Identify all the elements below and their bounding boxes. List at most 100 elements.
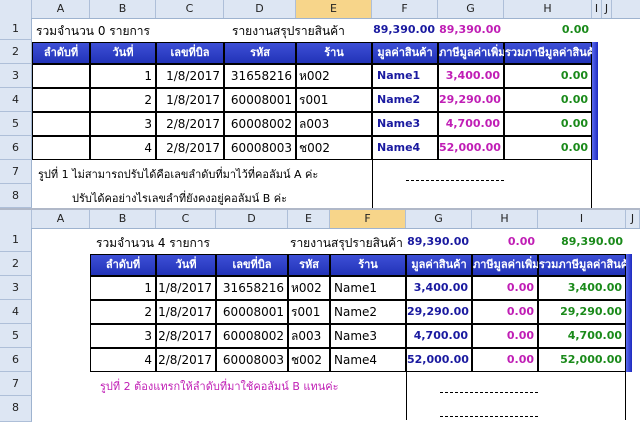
cell-date[interactable]: 1/8/2017 — [156, 300, 216, 324]
col-header-d[interactable]: D — [216, 210, 288, 228]
table-header[interactable]: รวมภาษีมูลค่าสินค้า — [538, 254, 634, 276]
row-header-2[interactable]: 2 — [0, 40, 32, 64]
table-header[interactable]: วันที่ — [156, 254, 216, 276]
table-header[interactable]: เลขที่บิล — [156, 42, 224, 64]
cell-code[interactable]: ห002 — [288, 276, 330, 300]
cell-bill[interactable]: 60008003 — [216, 348, 288, 372]
row-header-6[interactable]: 6 — [0, 348, 32, 372]
select-all-corner[interactable] — [0, 0, 32, 18]
cell-no[interactable]: 3 — [90, 324, 156, 348]
cell-shop[interactable]: Name2 — [372, 88, 438, 112]
cell-no[interactable]: 2 — [90, 300, 156, 324]
col-header-e[interactable]: E — [288, 210, 330, 228]
cell-bill[interactable]: 60008003 — [224, 136, 296, 160]
table-header[interactable]: เลขที่บิล — [216, 254, 288, 276]
cell-code[interactable]: ช002 — [296, 136, 372, 160]
col-header-i[interactable]: I — [592, 0, 602, 18]
cell-total[interactable]: 0.00 — [504, 64, 592, 88]
cell-total[interactable]: 0.00 — [504, 112, 592, 136]
table-header[interactable]: ลำดับที่ — [90, 254, 156, 276]
cell-total[interactable]: 4,700.00 — [538, 324, 626, 348]
col-header-j[interactable]: J — [626, 210, 640, 228]
cell-date[interactable]: 2/8/2017 — [156, 324, 216, 348]
cell-total[interactable]: 29,290.00 — [538, 300, 626, 324]
cell-shop[interactable]: Name4 — [372, 136, 438, 160]
cell-bill[interactable]: 60008001 — [224, 88, 296, 112]
col-header-i[interactable]: I — [538, 210, 626, 228]
col-header-a[interactable]: A — [32, 0, 90, 18]
cell-value[interactable]: 29,290.00 — [406, 300, 472, 324]
table-header[interactable]: รวมภาษีมูลค่าสินค้า — [504, 42, 600, 64]
col-header-b[interactable]: B — [90, 210, 156, 228]
row-header-7[interactable]: 7 — [0, 372, 32, 396]
cell-total[interactable]: 0.00 — [504, 136, 592, 160]
table-header[interactable]: ภาษีมูลค่าเพิ่ม — [472, 254, 539, 276]
table-header[interactable]: รหัส — [288, 254, 330, 276]
table-header[interactable]: ลำดับที่ — [32, 42, 90, 64]
row-header-8[interactable]: 8 — [0, 396, 32, 422]
row-header-2[interactable]: 2 — [0, 252, 32, 276]
col-header-f[interactable]: F — [372, 0, 438, 18]
row-header-5[interactable]: 5 — [0, 112, 32, 136]
cell-vat[interactable]: 0.00 — [472, 348, 538, 372]
col-header-a[interactable]: A — [32, 210, 90, 228]
cell-shop[interactable]: Name1 — [372, 64, 438, 88]
cell-bill[interactable]: 60008001 — [216, 300, 288, 324]
cell-vat[interactable]: 0.00 — [472, 276, 538, 300]
cell-value[interactable]: 3,400.00 — [438, 64, 504, 88]
table-header[interactable]: วันที่ — [90, 42, 156, 64]
row-header-5[interactable]: 5 — [0, 324, 32, 348]
cell-total[interactable]: 0.00 — [504, 88, 592, 112]
cell-code[interactable]: ล003 — [296, 112, 372, 136]
cell-code[interactable]: ห002 — [296, 64, 372, 88]
cell-vat[interactable]: 0.00 — [472, 300, 538, 324]
cell-bill[interactable]: 31658216 — [216, 276, 288, 300]
table-header[interactable]: ร้าน — [296, 42, 372, 64]
cell-no[interactable]: 4 — [90, 348, 156, 372]
cell-date[interactable]: 1/8/2017 — [156, 276, 216, 300]
table-header[interactable]: ร้าน — [330, 254, 406, 276]
cell-date[interactable]: 2/8/2017 — [156, 112, 224, 136]
row-header-7[interactable]: 7 — [0, 160, 32, 184]
col-header-c[interactable]: C — [156, 210, 216, 228]
cell-shop[interactable]: Name1 — [330, 276, 406, 300]
cell-no[interactable]: 3 — [90, 112, 156, 136]
cell-total[interactable]: 52,000.00 — [538, 348, 626, 372]
col-header-e[interactable]: E — [296, 0, 372, 18]
row-header-6[interactable]: 6 — [0, 136, 32, 160]
cell-bill[interactable]: 60008002 — [216, 324, 288, 348]
col-header-b[interactable]: B — [90, 0, 156, 18]
cell-value[interactable]: 3,400.00 — [406, 276, 472, 300]
cell-date[interactable]: 2/8/2017 — [156, 348, 216, 372]
col-header-g[interactable]: G — [406, 210, 472, 228]
row-header-1[interactable]: 1 — [0, 18, 32, 40]
col-header-c[interactable]: C — [156, 0, 224, 18]
cell-code[interactable]: ร001 — [296, 88, 372, 112]
row-header-4[interactable]: 4 — [0, 300, 32, 324]
cell-value[interactable]: 4,700.00 — [438, 112, 504, 136]
cell-value[interactable]: 52,000.00 — [406, 348, 472, 372]
cell-date[interactable]: 1/8/2017 — [156, 64, 224, 88]
cell-shop[interactable]: Name3 — [330, 324, 406, 348]
cell-code[interactable]: ร001 — [288, 300, 330, 324]
col-header-h[interactable]: H — [472, 210, 538, 228]
col-header-d[interactable]: D — [224, 0, 296, 18]
cell-shop[interactable]: Name4 — [330, 348, 406, 372]
cell-shop[interactable]: Name2 — [330, 300, 406, 324]
select-all-corner[interactable] — [0, 210, 32, 228]
table-header[interactable]: ภาษีมูลค่าเพิ่ม — [438, 42, 505, 64]
cell-no[interactable]: 1 — [90, 64, 156, 88]
cell-no[interactable]: 1 — [90, 276, 156, 300]
cell-value[interactable]: 4,700.00 — [406, 324, 472, 348]
cell-date[interactable]: 1/8/2017 — [156, 88, 224, 112]
cell-bill[interactable]: 31658216 — [224, 64, 296, 88]
cell-bill[interactable]: 60008002 — [224, 112, 296, 136]
row-header-3[interactable]: 3 — [0, 64, 32, 88]
row-header-3[interactable]: 3 — [0, 276, 32, 300]
cell-code[interactable]: ช002 — [288, 348, 330, 372]
cell-shop[interactable]: Name3 — [372, 112, 438, 136]
col-header-f[interactable]: F — [330, 210, 406, 228]
cell-code[interactable]: ล003 — [288, 324, 330, 348]
cell-value[interactable]: 29,290.00 — [438, 88, 504, 112]
cell-no[interactable]: 4 — [90, 136, 156, 160]
